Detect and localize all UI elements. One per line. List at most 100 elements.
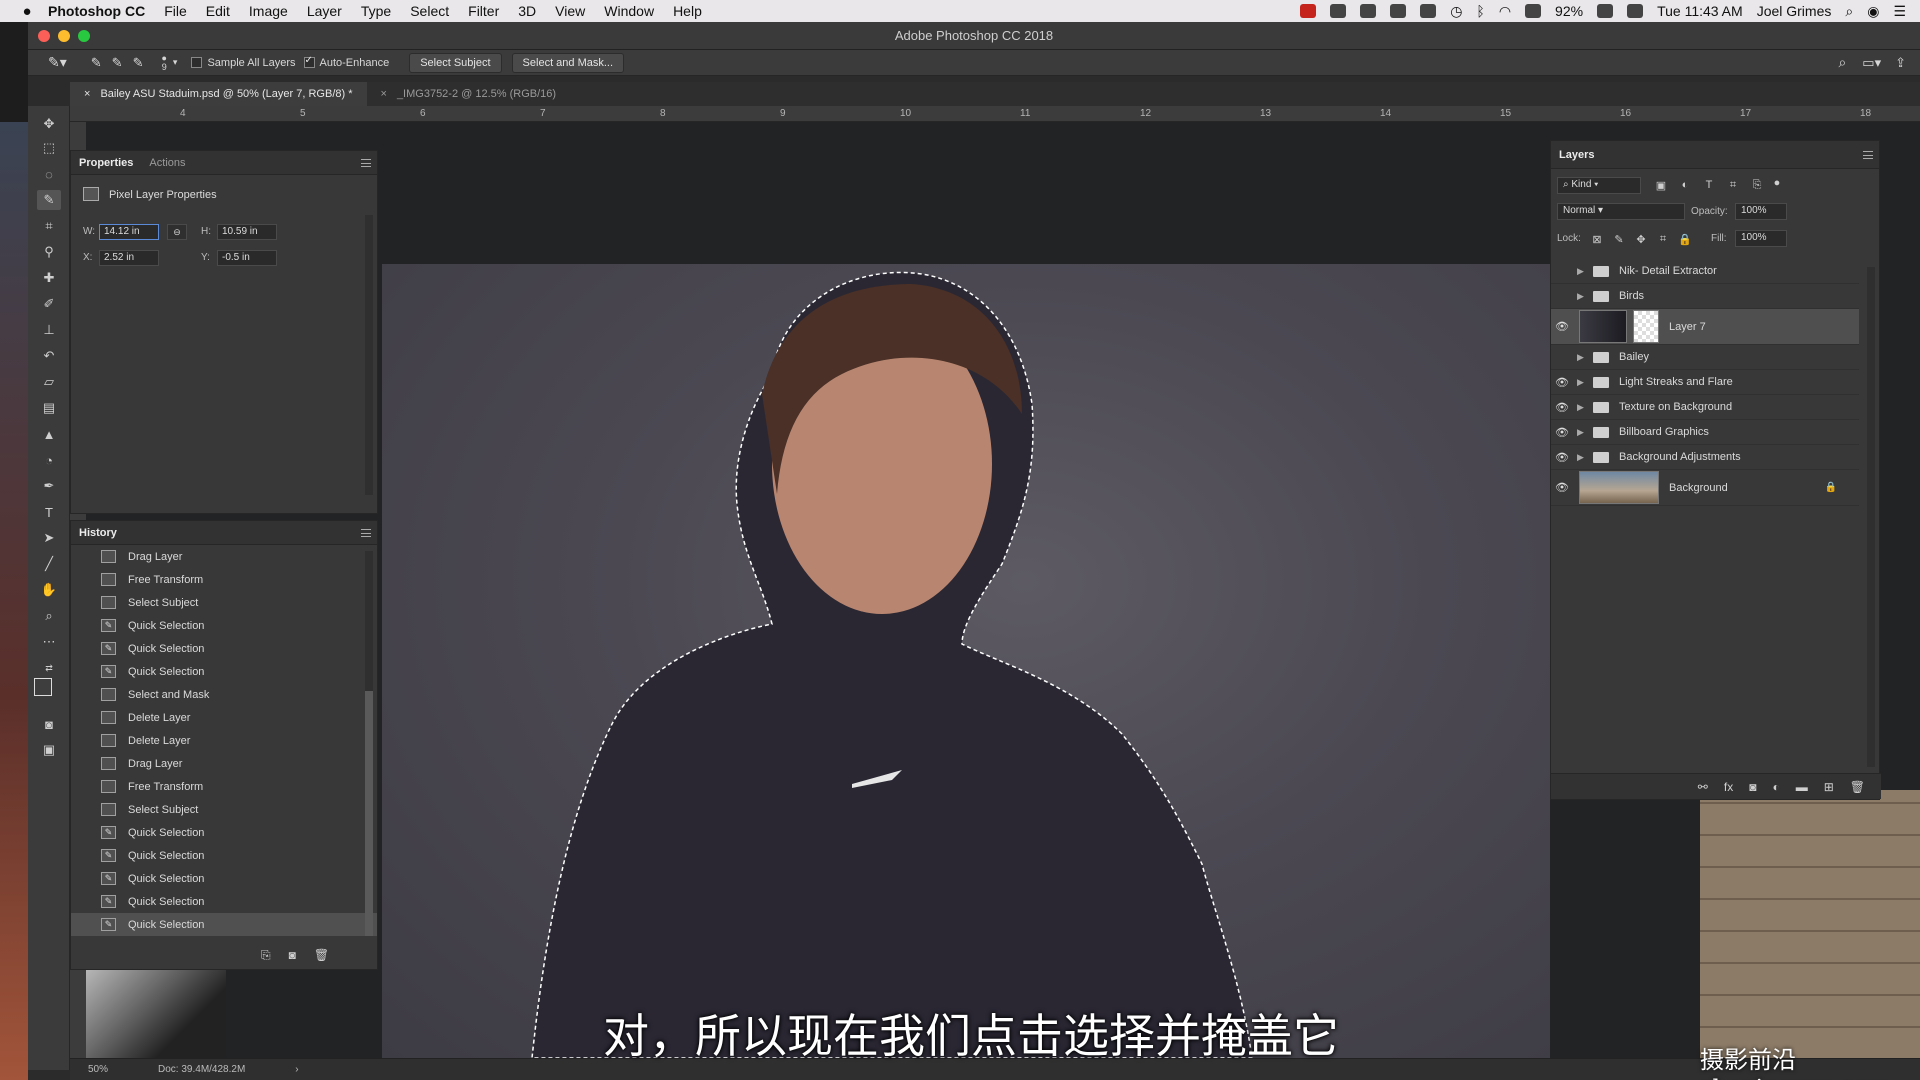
add-mask-icon[interactable]: ◙ [1749,780,1756,794]
history-scroll-thumb[interactable] [365,691,373,936]
wifi-icon[interactable]: ◠ [1499,3,1511,20]
lasso-tool-icon[interactable]: ◌ [37,164,61,184]
line-tool-icon[interactable]: ╱ [37,554,61,574]
eye-icon[interactable]: 👁 [1551,481,1573,494]
group-expand-icon[interactable]: ▶ [1577,452,1589,463]
lock-all-icon[interactable]: 🔒 [1678,233,1692,246]
eye-icon[interactable]: 👁 [1551,426,1573,439]
menu-select[interactable]: Select [410,3,449,19]
blend-mode-dropdown[interactable]: Normal ▾ [1557,203,1685,220]
zoom-window-icon[interactable] [78,30,90,42]
group-expand-icon[interactable]: ▶ [1577,427,1589,438]
marquee-tool-icon[interactable]: ⬚ [37,138,61,158]
group-expand-icon[interactable]: ▶ [1577,352,1589,363]
layers-title[interactable]: Layers [1551,141,1602,168]
creative-cloud-icon[interactable] [1330,4,1347,18]
doc-tab-bailey[interactable]: × Bailey ASU Staduim.psd @ 50% (Layer 7,… [70,82,367,106]
spotlight-icon[interactable]: ⌕ [1845,3,1853,20]
layer-row-bg-adjustments[interactable]: 👁 ▶ Background Adjustments [1551,445,1859,470]
notification-icon[interactable] [1420,4,1437,18]
panel-menu-icon[interactable] [361,158,371,167]
history-item[interactable]: Delete Layer [71,729,377,752]
lock-transparent-icon[interactable]: ⊠ [1591,233,1603,246]
apple-menu-icon[interactable]: ● [18,2,36,20]
menu-image[interactable]: Image [249,3,288,19]
menu-filter[interactable]: Filter [468,3,499,19]
foreground-color-swatch[interactable] [34,678,52,696]
lock-position-icon[interactable]: ✥ [1635,233,1647,246]
sample-all-layers-checkbox[interactable]: Sample All Layers [191,57,296,69]
battery-icon[interactable] [1597,4,1614,18]
history-item[interactable]: Free Transform [71,775,377,798]
close-tab-icon[interactable]: × [84,88,90,100]
history-title[interactable]: History [71,521,125,544]
history-item[interactable]: ✎ Quick Selection [71,660,377,683]
new-layer-icon[interactable]: ⊞ [1824,780,1834,794]
eye-icon[interactable]: 👁 [1551,376,1573,389]
menu-layer[interactable]: Layer [307,3,342,19]
zoom-level[interactable]: 50% [88,1064,108,1075]
select-subject-button[interactable]: Select Subject [409,52,502,73]
eye-icon[interactable]: 👁 [1551,320,1573,333]
brush-size-picker[interactable]: ● 9 [161,53,166,72]
delete-state-icon[interactable]: 🗑 [314,948,329,963]
group-expand-icon[interactable]: ▶ [1577,402,1589,413]
panel-menu-icon[interactable] [361,528,371,537]
crop-tool-icon[interactable]: ⌗ [37,216,61,236]
layer-row-bailey[interactable]: ▶ Bailey [1551,345,1859,370]
layer-row-light-streaks[interactable]: 👁 ▶ Light Streaks and Flare [1551,370,1859,395]
search-icon[interactable]: ⌕ [1838,54,1846,71]
layers-scrollbar[interactable] [1867,267,1875,767]
battery-percent[interactable]: 92% [1555,3,1583,19]
history-item[interactable]: ✎ Quick Selection [71,637,377,660]
menu-window[interactable]: Window [604,3,654,19]
info-icon[interactable] [1390,4,1407,18]
doc-size[interactable]: Doc: 39.4M/428.2M [158,1064,245,1075]
more-tools-icon[interactable]: ⋯ [37,632,61,652]
dodge-tool-icon[interactable]: ◔ [37,450,61,470]
snapshot-icon[interactable]: ◙ [289,948,296,963]
share-icon[interactable]: ⇪ [1895,55,1906,71]
healing-brush-tool-icon[interactable]: ✚ [37,268,61,288]
layer-row-nik[interactable]: ▶ Nik- Detail Extractor [1551,259,1859,284]
group-expand-icon[interactable]: ▶ [1577,266,1589,277]
layer-row-texture[interactable]: 👁 ▶ Texture on Background [1551,395,1859,420]
eyedropper-tool-icon[interactable]: ⚲ [37,242,61,262]
minimize-window-icon[interactable] [58,30,70,42]
y-input[interactable]: -0.5 in [217,250,277,266]
app-menu[interactable]: Photoshop CC [48,3,145,19]
filter-smart-object-icon[interactable]: ⎘ [1751,179,1763,191]
airplay-icon[interactable] [1525,4,1542,18]
zoom-tool-icon[interactable]: ⌕ [37,606,61,626]
quick-selection-tool-icon[interactable]: ✎ [37,190,61,210]
history-item[interactable]: Delete Layer [71,706,377,729]
blur-tool-icon[interactable]: ▲ [37,424,61,444]
screen-mode-icon[interactable]: ▣ [37,740,61,760]
eye-icon[interactable]: 👁 [1551,401,1573,414]
history-item[interactable]: ✎ Quick Selection [71,821,377,844]
auto-enhance-checkbox[interactable]: Auto-Enhance [303,55,389,69]
tab-properties[interactable]: Properties [71,151,141,174]
history-item[interactable]: Drag Layer [71,545,377,568]
select-and-mask-button[interactable]: Select and Mask... [511,52,625,73]
siri-icon[interactable]: ◉ [1867,3,1879,20]
history-item-current[interactable]: ✎ Quick Selection [71,913,377,936]
group-expand-icon[interactable]: ▶ [1577,377,1589,388]
bluetooth-icon[interactable]: ᛒ [1476,3,1484,19]
history-brush-tool-icon[interactable]: ↶ [37,346,61,366]
history-item[interactable]: Select Subject [71,798,377,821]
clock[interactable]: Tue 11:43 AM [1657,3,1743,19]
layer-row-birds[interactable]: ▶ Birds [1551,284,1859,309]
auto-enhance-box[interactable] [303,55,315,68]
subtract-from-selection-icon[interactable]: ✎ [133,55,144,71]
close-window-icon[interactable] [38,30,50,42]
new-selection-icon[interactable]: ✎ [91,55,102,71]
brush-tool-icon[interactable]: ✐ [37,294,61,314]
delete-layer-icon[interactable]: 🗑 [1850,780,1865,794]
brush-dropdown-icon[interactable]: ▾ [173,57,178,68]
history-scrollbar[interactable] [365,551,373,936]
filter-type-icon[interactable]: T [1703,179,1715,191]
layer-style-icon[interactable]: fx [1724,780,1733,794]
group-expand-icon[interactable]: ▶ [1577,291,1589,302]
link-icon[interactable]: ⊖ [167,224,187,240]
